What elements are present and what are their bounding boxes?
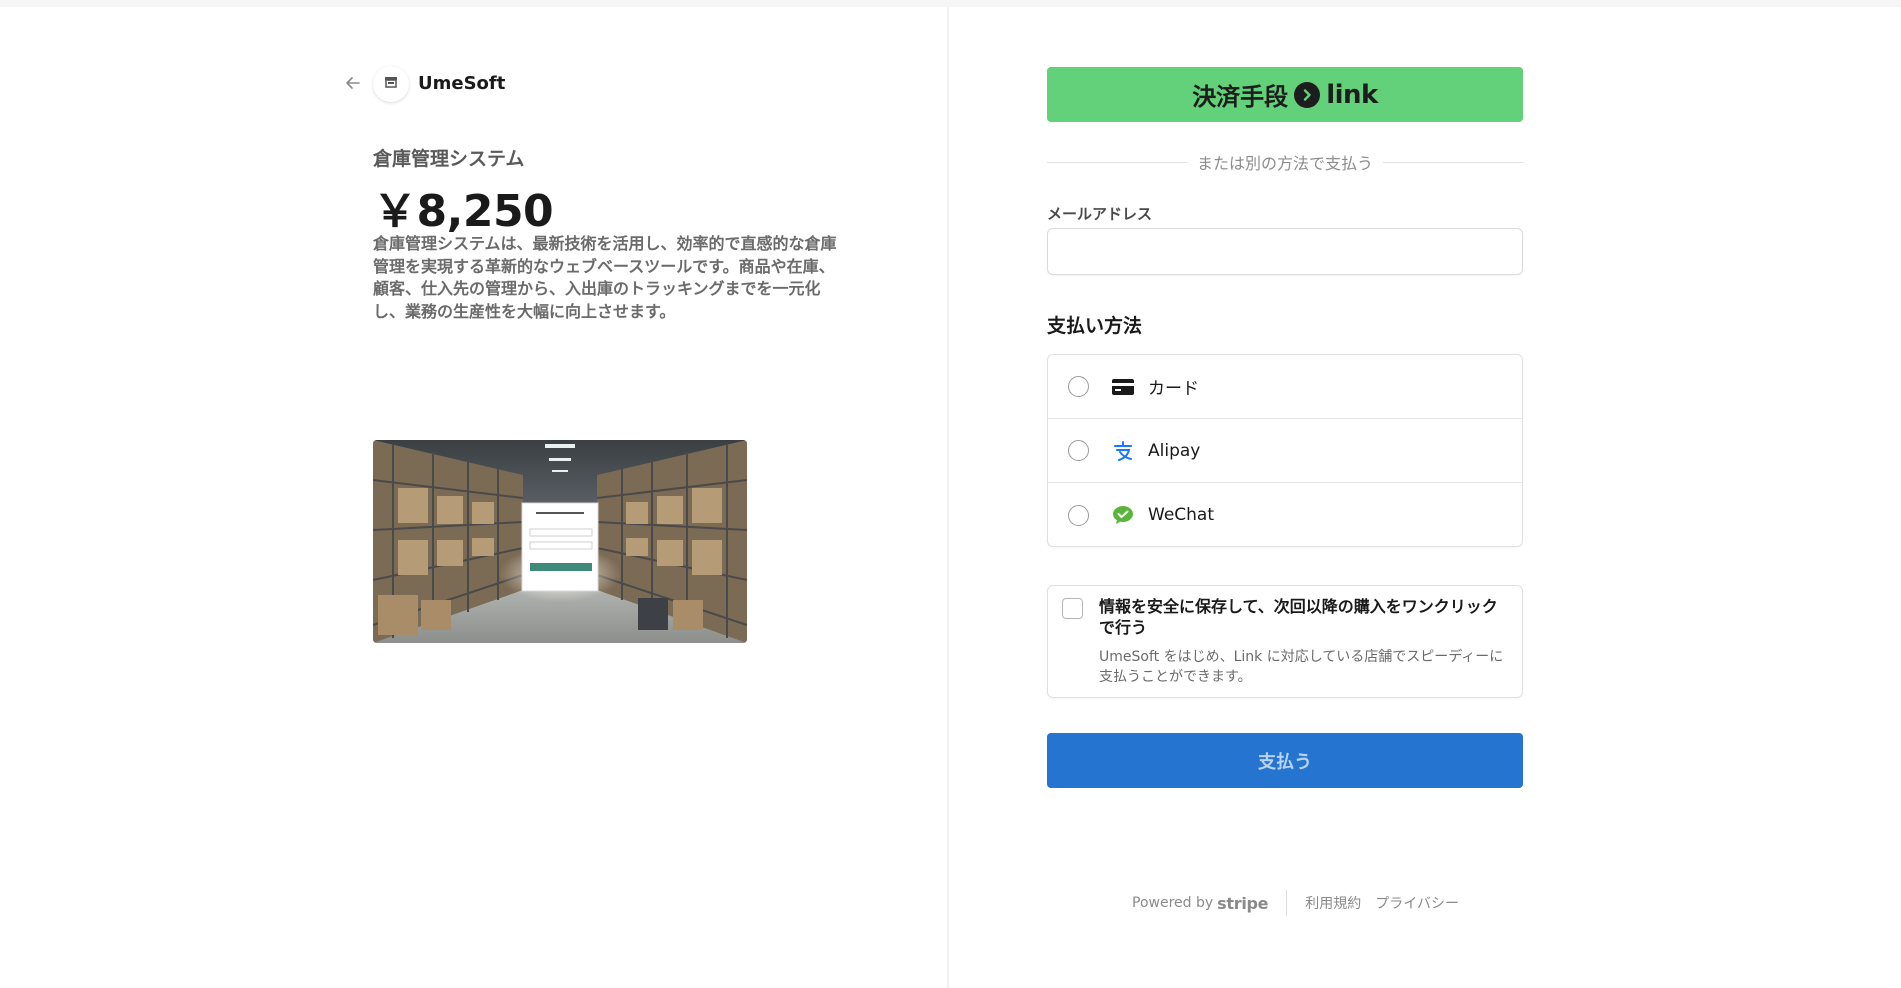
link-chevron-icon [1294, 81, 1321, 108]
divider-line-right [1383, 161, 1524, 163]
alipay-label: Alipay [1148, 440, 1201, 461]
privacy-link[interactable]: プライバシー [1375, 893, 1459, 913]
product-description: 倉庫管理システムは、最新技術を活用し、効率的で直感的な倉庫管理を実現する革新的な… [373, 234, 837, 321]
payment-method-card[interactable]: カード [1048, 355, 1522, 419]
payment-method-list: カード Alipay WeChat [1047, 354, 1523, 547]
alipay-icon [1111, 439, 1135, 463]
payment-method-wechat[interactable]: WeChat [1048, 483, 1522, 546]
save-info-description: UmeSoft をはじめ、Link に対応している店舗でスピーディーに支払うこと… [1099, 649, 1504, 685]
save-info-checkbox[interactable] [1062, 598, 1083, 619]
link-pay-button[interactable]: 決済手段 link [1047, 67, 1523, 122]
footer-separator [1286, 890, 1288, 916]
link-brand: link [1326, 79, 1378, 110]
merchant-name: UmeSoft [418, 73, 506, 94]
save-info-title: 情報を安全に保存して、次回以降の購入をワンクリックで行う [1099, 597, 1498, 637]
or-divider-text: または別の方法で支払う [1197, 154, 1374, 173]
card-label: カード [1148, 379, 1199, 399]
link-button-label: 決済手段 [1192, 83, 1289, 111]
pane-divider [947, 7, 949, 988]
save-info-box: 情報を安全に保存して、次回以降の購入をワンクリックで行う UmeSoft をはじ… [1047, 585, 1523, 698]
product-price: ￥8,250 [373, 186, 554, 237]
card-radio[interactable] [1068, 376, 1089, 397]
back-arrow-icon[interactable] [343, 73, 365, 95]
wechat-label: WeChat [1148, 505, 1214, 525]
email-input[interactable] [1047, 228, 1523, 275]
top-strip [0, 0, 1901, 7]
or-divider: または別の方法で支払う [1047, 150, 1524, 174]
product-image [373, 440, 747, 643]
pay-button[interactable]: 支払う [1047, 733, 1523, 788]
payment-method-title: 支払い方法 [1047, 315, 1143, 337]
merchant-logo [373, 66, 409, 102]
pay-button-label: 支払う [1258, 751, 1312, 773]
wechat-radio[interactable] [1068, 504, 1089, 526]
payment-method-alipay[interactable]: Alipay [1048, 419, 1522, 483]
alipay-radio[interactable] [1068, 440, 1089, 461]
credit-card-icon [1111, 375, 1135, 399]
product-name: 倉庫管理システム [373, 148, 525, 170]
store-icon [383, 74, 399, 94]
powered-by-text: Powered by [1132, 895, 1214, 911]
stripe-logo: stripe [1217, 893, 1269, 913]
wechat-icon [1111, 503, 1135, 527]
powered-by[interactable]: Powered by stripe [1132, 893, 1269, 913]
divider-line-left [1047, 161, 1187, 163]
terms-link[interactable]: 利用規約 [1305, 893, 1361, 913]
email-label: メールアドレス [1047, 205, 1153, 223]
footer: Powered by stripe 利用規約 プライバシー [1132, 890, 1473, 916]
